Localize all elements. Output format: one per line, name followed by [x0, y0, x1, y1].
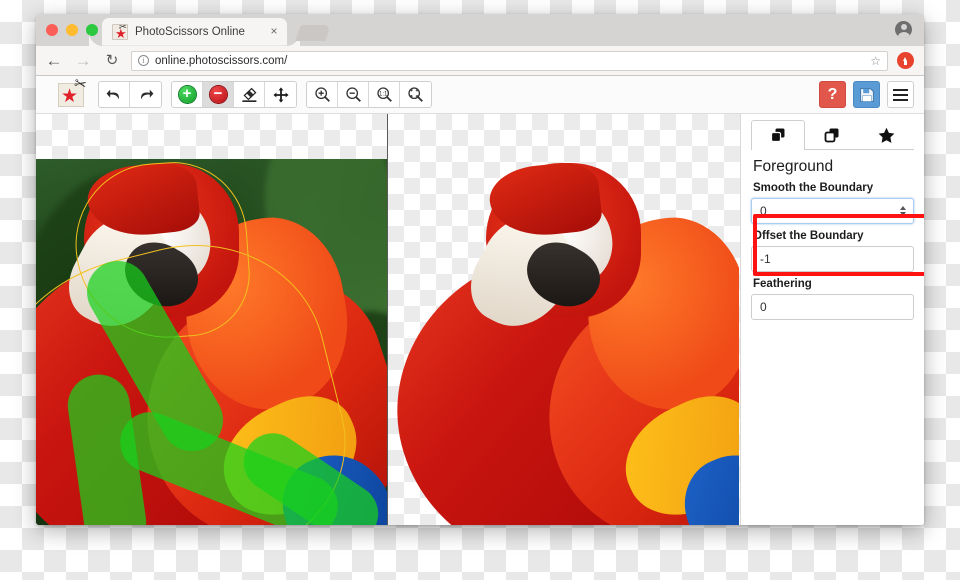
spinner-up-icon[interactable]: [900, 206, 906, 210]
photoscissors-logo: ★ ✂: [58, 74, 89, 107]
floppy-disk-icon: [859, 87, 874, 102]
zoom-one-to-one-icon: 1:1: [376, 87, 392, 102]
offset-boundary-value: -1: [760, 252, 771, 266]
redo-icon: [140, 89, 153, 99]
hamburger-menu-button[interactable]: [887, 81, 914, 108]
tab-effects[interactable]: [860, 120, 914, 149]
profile-icon[interactable]: [895, 21, 912, 38]
close-window-button[interactable]: [46, 24, 58, 36]
tab-foreground[interactable]: [751, 120, 806, 150]
star-icon: [878, 127, 895, 143]
url-text: online.photoscissors.com/: [155, 54, 288, 67]
feathering-input[interactable]: 0: [751, 294, 914, 320]
eraser-button[interactable]: [234, 82, 265, 107]
eraser-icon: [241, 87, 256, 102]
undo-button[interactable]: [99, 82, 130, 107]
field-label: Smooth the Boundary: [753, 182, 874, 194]
work-area: Foreground Smooth the Boundary 0 Offset …: [36, 114, 924, 525]
feathering-value: 0: [760, 300, 767, 314]
menu-line: [893, 98, 908, 101]
tab-background[interactable]: [805, 120, 859, 149]
source-image-pane[interactable]: [36, 114, 388, 525]
smooth-boundary-input[interactable]: 0: [751, 198, 914, 224]
menu-line: [893, 88, 908, 91]
zoom-fit-icon: [408, 87, 423, 102]
minimize-window-button[interactable]: [66, 24, 78, 36]
save-button[interactable]: [853, 81, 880, 108]
app-toolbar: ★ ✂ + − 1:1 ?: [36, 74, 924, 114]
layers-outline-icon: [824, 128, 839, 142]
field-label: Feathering: [753, 278, 812, 290]
background-brush-button[interactable]: −: [203, 82, 234, 107]
tab-title: PhotoScissors Online: [135, 26, 245, 38]
menu-line: [893, 93, 908, 96]
source-photo[interactable]: [36, 159, 387, 525]
zoom-out-button[interactable]: [338, 82, 369, 107]
zoom-out-icon: [345, 87, 361, 102]
redo-button[interactable]: [130, 82, 161, 107]
plus-circle-icon: +: [178, 86, 196, 103]
zoom-in-icon: [314, 87, 330, 102]
brush-button-group: + −: [171, 81, 297, 108]
help-button[interactable]: ?: [819, 81, 846, 108]
offset-boundary-input[interactable]: -1: [751, 246, 914, 272]
layers-filled-icon: [770, 128, 785, 143]
address-bar-row: ← → ↻ i online.photoscissors.com/ ☆: [36, 46, 924, 76]
reload-button[interactable]: ↻: [102, 51, 122, 71]
browser-tab[interactable]: ★ ✂ PhotoScissors Online ×: [102, 18, 300, 46]
result-image-pane[interactable]: [388, 114, 739, 525]
new-tab-button[interactable]: [295, 25, 331, 41]
browser-window: ★ ✂ PhotoScissors Online × ← → ↻ i onlin…: [36, 14, 924, 525]
canvas-area: [36, 114, 740, 525]
macaw-cutout: [388, 159, 739, 525]
site-info-icon[interactable]: i: [138, 55, 149, 66]
smooth-boundary-value: 0: [760, 204, 767, 218]
move-arrows-icon: [272, 86, 289, 103]
field-label: Offset the Boundary: [753, 230, 864, 242]
field-smooth-the-boundary: Smooth the Boundary 0: [751, 182, 914, 224]
upload-extension-icon[interactable]: [897, 52, 914, 69]
zoom-fit-button[interactable]: [400, 82, 431, 107]
field-feathering: Feathering 0: [751, 278, 914, 320]
history-button-group: [98, 81, 162, 108]
bookmark-star-icon[interactable]: ☆: [870, 54, 881, 68]
settings-panel: Foreground Smooth the Boundary 0 Offset …: [740, 114, 924, 525]
tab-strip: ★ ✂ PhotoScissors Online ×: [36, 14, 924, 46]
zoom-actual-size-button[interactable]: 1:1: [369, 82, 400, 107]
zoom-button-group: 1:1: [306, 81, 432, 108]
favicon-scissors-icon: ✂: [118, 24, 127, 33]
photoscissors-favicon-icon: ★ ✂: [112, 24, 128, 40]
minus-circle-icon: −: [209, 86, 227, 103]
foreground-brush-button[interactable]: +: [172, 82, 203, 107]
pan-button[interactable]: [265, 82, 296, 107]
tab-close-icon[interactable]: ×: [267, 25, 281, 39]
undo-icon: [106, 89, 119, 99]
back-button[interactable]: ←: [44, 51, 64, 71]
forward-button[interactable]: →: [73, 51, 93, 71]
result-photo[interactable]: [388, 159, 739, 525]
url-input[interactable]: i online.photoscissors.com/ ☆: [131, 50, 888, 71]
svg-text:1:1: 1:1: [379, 92, 388, 98]
panel-tab-bar: [751, 120, 914, 150]
spinner-down-icon[interactable]: [900, 212, 906, 216]
logo-scissors-icon: ✂: [72, 74, 89, 94]
panel-title: Foreground: [753, 158, 834, 175]
smooth-boundary-spinner[interactable]: [900, 206, 906, 216]
zoom-in-button[interactable]: [307, 82, 338, 107]
panel-body: Foreground Smooth the Boundary 0 Offset …: [751, 158, 924, 320]
field-offset-the-boundary: Offset the Boundary -1: [751, 230, 914, 272]
